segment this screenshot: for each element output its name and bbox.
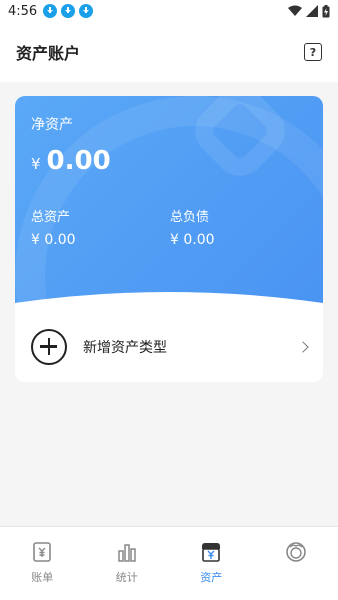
download-notification-icon [61, 4, 76, 18]
wifi-icon [288, 5, 302, 16]
page-title: 资产账户 [16, 44, 81, 63]
chart-icon [118, 544, 136, 562]
app-header: 资产账户 ? [0, 22, 338, 82]
currency-symbol: ¥ [31, 155, 41, 173]
help-button[interactable]: ? [304, 43, 322, 61]
net-assets-label: 净资产 [31, 117, 73, 133]
card-wave [15, 292, 323, 311]
add-circle-icon [31, 328, 67, 365]
status-bar: 4:56 [0, 0, 338, 22]
tab-profile[interactable] [254, 527, 338, 600]
add-asset-type-label: 新增资产类型 [83, 339, 167, 356]
tab-label: 账单 [31, 571, 54, 584]
total-assets-value: ¥ 0.00 [31, 232, 76, 248]
total-liabilities-value: ¥ 0.00 [170, 232, 215, 248]
status-indicators [288, 4, 330, 18]
tab-label: 统计 [115, 571, 138, 584]
asset-summary-card: 净资产 ¥0.00 总资产 ¥ 0.00 总负债 ¥ 0.00 新增资产类型 [15, 96, 323, 382]
profile-icon [285, 542, 306, 562]
total-assets-label: 总资产 [31, 210, 71, 225]
battery-icon [322, 4, 330, 17]
signal-icon [306, 5, 318, 17]
download-notification-icon [79, 4, 94, 18]
tab-statistics[interactable]: 统计 [85, 527, 170, 600]
total-liabilities-label: 总负债 [170, 210, 210, 225]
chevron-right-icon [297, 340, 309, 353]
net-assets-value: 0.00 [46, 146, 111, 176]
tab-bills[interactable]: 账单 [0, 527, 85, 600]
net-assets-value-wrap: ¥0.00 [31, 146, 111, 176]
tab-assets[interactable]: 资产 [169, 527, 254, 600]
bottom-tab-bar: 账单 统计 资产 [0, 526, 338, 600]
asset-icon [202, 543, 221, 562]
add-asset-type-row[interactable]: 新增资产类型 [15, 311, 323, 382]
download-notification-icon [43, 4, 58, 18]
tab-label: 资产 [200, 571, 223, 584]
bill-icon [33, 542, 52, 562]
status-time: 4:56 [8, 3, 38, 19]
asset-summary-header: 净资产 ¥0.00 总资产 ¥ 0.00 总负债 ¥ 0.00 [15, 96, 323, 311]
